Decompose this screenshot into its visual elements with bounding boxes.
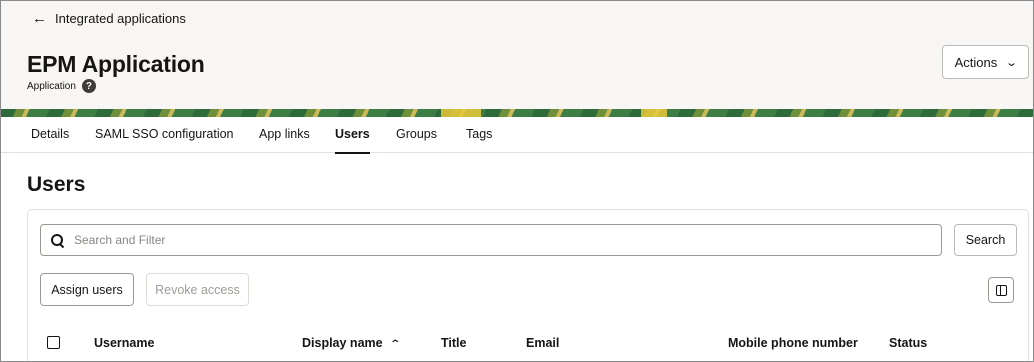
subtitle-label: Application (27, 80, 76, 92)
column-toggle-icon (995, 284, 1007, 296)
actions-button[interactable]: Actions ⌄ (942, 45, 1029, 79)
search-button[interactable]: Search (954, 224, 1017, 256)
column-header-title[interactable]: Title (441, 336, 466, 350)
users-section-title: Users (27, 173, 86, 196)
tab-details[interactable]: Details (31, 127, 69, 141)
column-header-status[interactable]: Status (889, 336, 927, 350)
header-banner (1, 109, 1033, 117)
chevron-down-icon: ⌄ (1005, 56, 1019, 69)
column-header-mobile-phone[interactable]: Mobile phone number (728, 336, 858, 350)
tab-saml-sso-configuration[interactable]: SAML SSO configuration (95, 127, 234, 141)
page-subtitle: Application ? (27, 79, 96, 93)
search-field[interactable] (74, 233, 894, 247)
table-header: Username Display name ⌃ Title Email Mobil… (27, 329, 1029, 361)
assign-users-button[interactable]: Assign users (40, 273, 134, 306)
back-link-label: Integrated applications (55, 11, 186, 26)
banner-accent (441, 109, 481, 117)
tab-users[interactable]: Users (335, 127, 370, 154)
column-header-email[interactable]: Email (526, 336, 559, 350)
help-icon[interactable]: ? (81, 79, 96, 93)
tab-app-links[interactable]: App links (259, 127, 310, 141)
revoke-access-button[interactable]: Revoke access (146, 273, 249, 306)
banner-accent (641, 109, 667, 117)
column-toggle-button[interactable] (988, 277, 1014, 303)
select-all-checkbox[interactable] (47, 336, 60, 349)
column-header-username[interactable]: Username (94, 336, 154, 350)
column-header-display-name-label: Display name (302, 336, 383, 350)
column-header-display-name[interactable]: Display name ⌃ (302, 336, 401, 350)
tab-bar: Details SAML SSO configuration App links… (1, 117, 1033, 154)
tab-groups[interactable]: Groups (396, 127, 437, 141)
sort-ascending-icon: ⌃ (388, 339, 401, 350)
page-header: ← Integrated applications EPM Applicatio… (1, 1, 1033, 114)
page-title: EPM Application (27, 51, 205, 77)
actions-button-label: Actions (954, 54, 998, 70)
tab-tags[interactable]: Tags (466, 127, 492, 141)
search-input[interactable] (40, 224, 942, 256)
search-icon (51, 233, 64, 247)
app-page: ← Integrated applications EPM Applicatio… (0, 0, 1034, 362)
back-link[interactable]: ← Integrated applications (32, 11, 186, 26)
arrow-left-icon: ← (32, 10, 47, 27)
